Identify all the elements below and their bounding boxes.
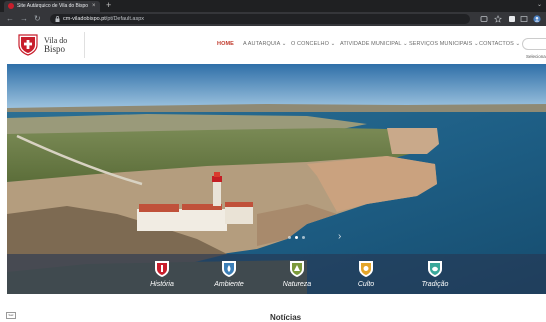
slider-next-icon[interactable]: › [338, 232, 341, 242]
tradition-shield-icon [428, 261, 442, 277]
category-label: Culto [357, 281, 375, 288]
slider-dot[interactable] [288, 236, 291, 239]
category-label: Ambiente [214, 281, 244, 288]
language-select[interactable]: Seleciona [526, 54, 546, 60]
municipality-shield-logo-icon[interactable] [18, 34, 38, 56]
install-icon[interactable] [480, 15, 488, 23]
extension-icon[interactable] [508, 15, 516, 23]
history-shield-icon [155, 261, 169, 277]
nature-shield-icon [290, 261, 304, 277]
menu-contactos[interactable]: CONTACTOS ⌄ [479, 40, 520, 48]
slider-dots [288, 236, 318, 240]
category-label: História [150, 281, 174, 288]
category-historia[interactable]: História [132, 258, 192, 292]
browser-toolbar: ← → ↻ cm-viladobispo.pt/pt/Default.aspx [0, 12, 546, 26]
menu-home[interactable]: HOME [217, 40, 234, 48]
tab-search-icon[interactable]: ⌄ [537, 0, 542, 11]
menu-o-concelho[interactable]: O CONCELHO ⌄ [291, 40, 335, 48]
address-bar[interactable]: cm-viladobispo.pt/pt/Default.aspx [50, 14, 470, 24]
content-area: Sair Notícias [0, 294, 546, 322]
exit-badge[interactable]: Sair [6, 312, 16, 319]
slider-dot-active[interactable] [295, 236, 298, 239]
browser-tab[interactable]: Site Autárquico de Vila do Bispo × [4, 1, 100, 12]
tab-title: Site Autárquico de Vila do Bispo [17, 3, 89, 9]
category-label: Tradição [421, 281, 449, 288]
site-header: Vila do Bispo HOME A AUTARQUIA ⌄ O CONCE… [0, 26, 546, 64]
browser-tab-strip: Site Autárquico de Vila do Bispo × + ⌄ [0, 0, 546, 12]
worship-shield-icon [359, 261, 373, 277]
url-domain: cm-viladobispo.pt [63, 16, 106, 22]
slider-dot[interactable] [302, 236, 305, 239]
new-tab-button[interactable]: + [106, 0, 111, 11]
category-culto[interactable]: Culto [336, 258, 396, 292]
environment-shield-icon [222, 261, 236, 277]
search-input[interactable] [522, 38, 546, 50]
logo-text-line2: Bispo [44, 44, 66, 54]
menu-atividade-municipal[interactable]: ATIVIDADE MUNICIPAL ⌄ [340, 40, 408, 48]
category-tradicao[interactable]: Tradição [405, 258, 465, 292]
url-path: /pt/Default.aspx [105, 16, 145, 22]
category-ambiente[interactable]: Ambiente [199, 258, 259, 292]
site-favicon-icon [8, 3, 14, 9]
menu-a-autarquia[interactable]: A AUTARQUIA ⌄ [243, 40, 286, 48]
news-section-title: Notícias [270, 313, 302, 322]
reload-icon[interactable]: ↻ [34, 13, 41, 25]
category-natureza[interactable]: Natureza [267, 258, 327, 292]
category-label: Natureza [282, 281, 312, 288]
sidebar-icon[interactable] [520, 15, 528, 23]
lock-icon [55, 16, 60, 22]
profile-avatar-icon[interactable] [533, 15, 541, 23]
logo-divider [84, 32, 85, 58]
tab-close-icon[interactable]: × [92, 1, 96, 11]
bookmark-star-icon[interactable] [494, 15, 502, 23]
menu-servicos-municipais[interactable]: SERVIÇOS MUNICIPAIS ⌄ [409, 40, 479, 48]
forward-icon[interactable]: → [20, 13, 28, 25]
back-icon[interactable]: ← [6, 13, 14, 25]
category-bar: História Ambiente Natureza Culto Tradiçã… [7, 254, 546, 294]
url-text: cm-viladobispo.pt/pt/Default.aspx [63, 14, 144, 24]
